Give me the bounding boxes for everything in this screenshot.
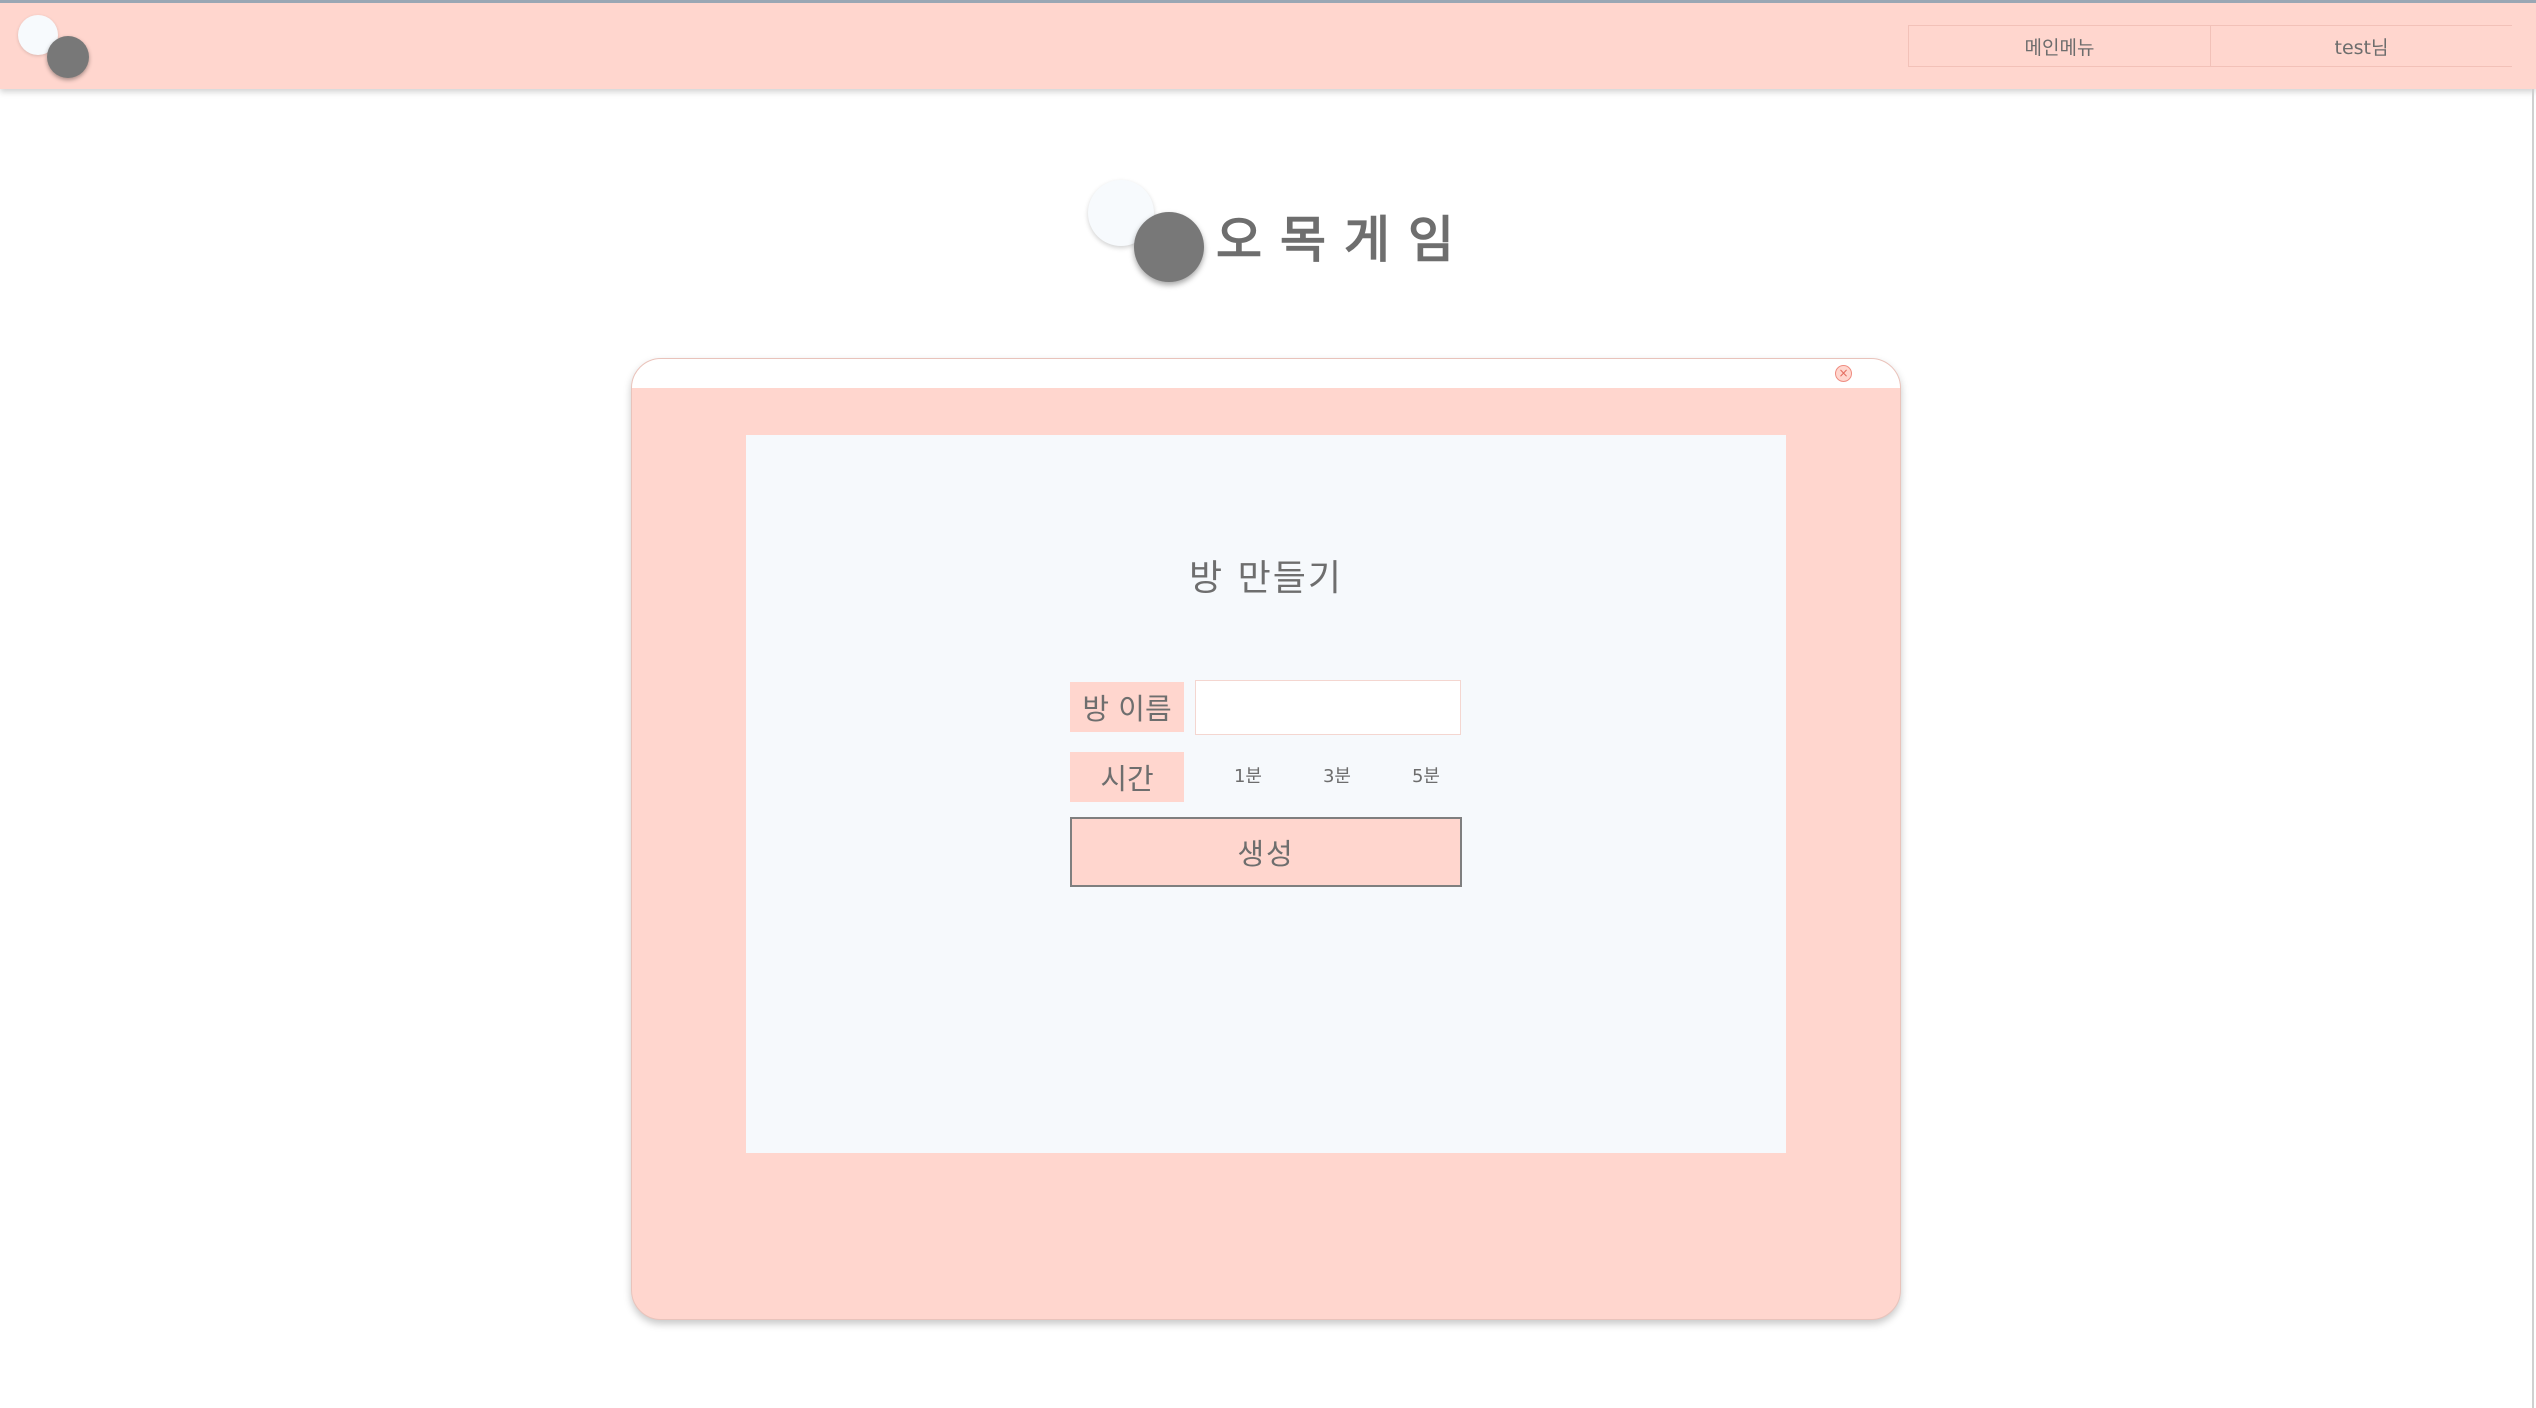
page-title-text: 오목게임: [1216, 211, 1472, 269]
nav-item-user[interactable]: test님: [2210, 26, 2512, 66]
create-room-panel: 방 만들기 방 이름 시간 1분 3분 5분 생성: [746, 435, 1786, 1153]
nav-menu: 메인메뉴 test님: [1908, 25, 2512, 67]
time-label: 시간: [1070, 752, 1184, 802]
black-stone-icon: [47, 36, 89, 78]
omok-stones-logo[interactable]: [18, 15, 92, 81]
scrollbar-divider: [2532, 89, 2534, 1408]
page-title: 오목게임: [1088, 180, 1468, 290]
modal-header: ×: [632, 359, 1900, 388]
top-nav-bar: 메인메뉴 test님: [0, 0, 2536, 89]
create-room-title: 방 만들기: [1189, 558, 1343, 599]
room-name-label: 방 이름: [1070, 682, 1184, 732]
black-stone-icon: [1134, 212, 1204, 282]
create-room-button[interactable]: 생성: [1070, 817, 1462, 887]
create-room-modal: × 방 만들기 방 이름 시간 1분 3분 5분 생성: [631, 358, 1901, 1320]
time-option-3min[interactable]: 3분: [1307, 762, 1367, 792]
time-option-1min[interactable]: 1분: [1218, 762, 1278, 792]
room-name-input[interactable]: [1195, 680, 1461, 735]
nav-item-main-menu[interactable]: 메인메뉴: [1908, 26, 2210, 66]
close-icon[interactable]: ×: [1835, 365, 1852, 382]
time-option-5min[interactable]: 5분: [1396, 762, 1456, 792]
